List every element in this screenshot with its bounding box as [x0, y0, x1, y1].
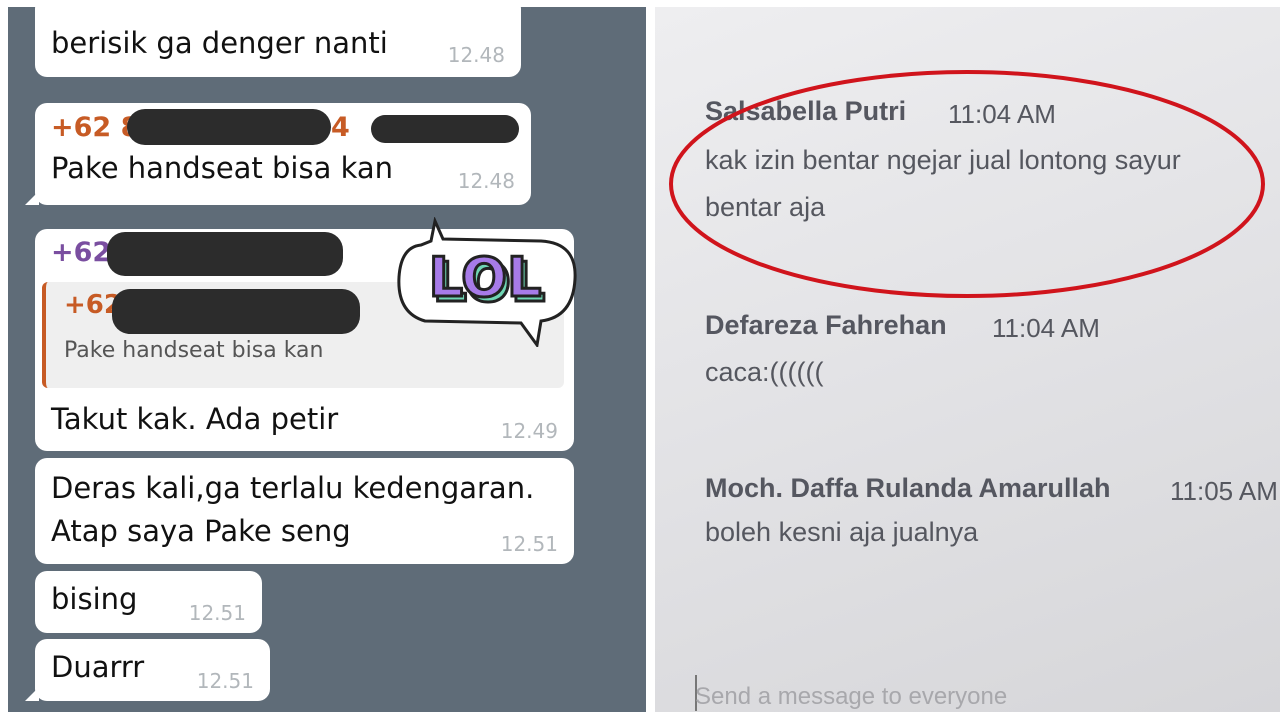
message-text: Takut kak. Ada petir: [51, 402, 339, 436]
chat-photo-right: Salsabella Putri 11:04 AM kak izin benta…: [655, 7, 1280, 712]
message-text: caca:((((((: [705, 357, 824, 387]
message-time: 11:05 AM: [1170, 476, 1278, 506]
sender-name: Moch. Daffa Rulanda Amarullah: [705, 473, 1111, 503]
message-input[interactable]: Send a message to everyone: [695, 683, 1007, 711]
sender-name: +62: [51, 237, 112, 268]
lol-sticker: LOL LOL: [397, 217, 577, 347]
sticker-text: LOL: [429, 246, 542, 309]
redaction-bar: [127, 109, 331, 145]
bubble-tail: [25, 191, 39, 205]
message-time: 12.48: [447, 43, 505, 67]
message-time: 12.51: [196, 669, 254, 693]
message-text: berisik ga denger nanti: [51, 26, 388, 60]
quoted-text: Pake handseat bisa kan: [64, 338, 324, 363]
sender-name: Defareza Fahrehan: [705, 310, 947, 340]
message-time: 11:04 AM: [992, 313, 1100, 343]
message-time: 12.49: [500, 419, 558, 443]
message-text-line2: Atap saya Pake seng: [51, 514, 351, 548]
sender-suffix: 4: [331, 112, 350, 143]
message-bubble: bising 12.51: [35, 571, 262, 633]
message-time: 12.51: [500, 532, 558, 556]
message-time: 12.51: [188, 601, 246, 625]
message-bubble: +62 8 4 Pake handseat bisa kan 12.48: [25, 103, 531, 205]
message-bubble: berisik ga denger nanti 12.48: [35, 7, 521, 77]
message-text: Pake handseat bisa kan: [51, 151, 394, 185]
redaction-bar: [107, 232, 343, 276]
bubble-tail: [25, 687, 39, 701]
redaction-bar: [112, 289, 360, 334]
message-bubble: Duarrr 12.51: [25, 639, 270, 701]
redaction-bar: [371, 115, 519, 143]
message-text: boleh kesni aja jualnya: [705, 517, 979, 547]
chat-screenshot-left: berisik ga denger nanti 12.48 +62 8 4 Pa…: [8, 7, 646, 712]
message-text: bising: [51, 582, 138, 616]
message-text-line1: Deras kali,ga terlalu kedengaran.: [51, 471, 535, 505]
highlight-circle: [669, 70, 1265, 298]
message-bubble: Deras kali,ga terlalu kedengaran. Atap s…: [35, 458, 574, 564]
message-time: 12.48: [457, 169, 515, 193]
message-text: Duarrr: [51, 650, 145, 684]
